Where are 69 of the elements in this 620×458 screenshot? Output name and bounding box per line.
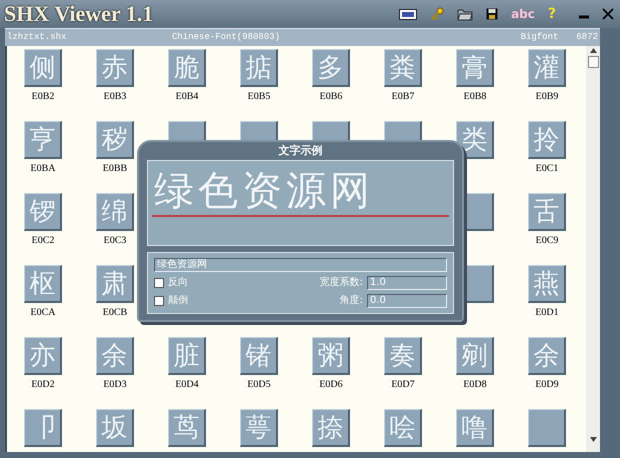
- glyph-code: E0BA: [30, 164, 56, 174]
- dialog-title: 文字示例: [278, 142, 322, 159]
- glyph-code: E0CA: [30, 308, 56, 318]
- glyph-code: E0B6: [320, 92, 342, 102]
- glyph-character: 脏: [174, 342, 200, 368]
- glyph-character: 枢: [30, 270, 56, 296]
- glyph-character: 脆: [174, 54, 200, 80]
- glyph-character: 坂: [102, 414, 128, 440]
- glyph-character: 亦: [30, 342, 56, 368]
- glyph-code: E0B5: [248, 92, 270, 102]
- glyph-code: E0D9: [535, 380, 559, 390]
- glyph-character: 卩: [30, 414, 56, 440]
- glyph-code: E0BB: [102, 164, 128, 174]
- glyph-character: 亨: [30, 126, 56, 152]
- glyph-character: 燕: [534, 270, 560, 296]
- glyph-character: 粪: [390, 54, 416, 80]
- glyph-character: 肃: [102, 270, 128, 296]
- glyph-code: E0C3: [104, 236, 126, 246]
- font-type: Bigfont: [520, 33, 558, 42]
- glyph-code: E0B3: [104, 92, 126, 102]
- glyph-character: 赤: [102, 54, 128, 80]
- glyph-character: 茑: [174, 414, 200, 440]
- glyph-character: 秽: [102, 126, 128, 152]
- glyph-code: E0B4: [176, 92, 198, 102]
- glyph-character: 噜: [462, 414, 488, 440]
- character-count: 6872: [576, 33, 598, 42]
- glyph-code: E0D6: [319, 380, 343, 390]
- checkbox-label: 反向: [168, 278, 188, 288]
- width-factor-label: 宽度系数:: [320, 278, 363, 288]
- glyph-code: E0D7: [391, 380, 415, 390]
- glyph-code: E0D8: [463, 380, 487, 390]
- glyph-code: E0C2: [32, 236, 54, 246]
- glyph-character: 余: [534, 342, 560, 368]
- glyph-character: 捺: [318, 414, 344, 440]
- glyph-character: 粥: [318, 342, 344, 368]
- glyph-character: 类: [462, 126, 488, 152]
- glyph-character: 奏: [390, 342, 416, 368]
- window-title: SHX Viewer 1.1: [4, 3, 154, 25]
- checkbox-label: 颠倒: [168, 296, 188, 306]
- glyph-character: 舌: [534, 198, 560, 224]
- glyph-code: E0D1: [535, 308, 559, 318]
- angle-label: 角度:: [340, 296, 363, 306]
- glyph-code: E0D5: [247, 380, 271, 390]
- glyph-code: E0B7: [392, 92, 414, 102]
- glyph-character: 锗: [246, 342, 272, 368]
- file-name: lzhztxt.shx: [7, 33, 68, 42]
- preview-text: 绿色资源网: [154, 166, 375, 215]
- glyph-code: E0C1: [536, 164, 558, 174]
- glyph-character: 侧: [30, 54, 56, 80]
- glyph-code: E0D3: [103, 380, 127, 390]
- glyph-code: E0D4: [175, 380, 199, 390]
- glyph-character: 绵: [102, 198, 128, 224]
- glyph-code: E0B9: [536, 92, 558, 102]
- glyph-character: 剜: [462, 342, 488, 368]
- glyph-code: E0D2: [31, 380, 55, 390]
- glyph-code: E0B2: [32, 92, 54, 102]
- glyph-character: 灌: [534, 54, 560, 80]
- glyph-character: 萼: [246, 414, 272, 440]
- glyph-character: 掂: [246, 54, 272, 80]
- glyph-code: E0C9: [536, 236, 558, 246]
- font-name: Chinese-Font(980803): [172, 33, 280, 42]
- glyph-character: 拎: [534, 126, 560, 152]
- glyph-code: E0B8: [464, 92, 486, 102]
- glyph-character: 哙: [390, 414, 416, 440]
- glyph-code: E0CB: [102, 308, 128, 318]
- glyph-character: 膏: [462, 54, 488, 80]
- glyph-character: 多: [318, 54, 344, 80]
- glyph-character: 余: [102, 342, 128, 368]
- glyph-character: 锣: [30, 198, 56, 224]
